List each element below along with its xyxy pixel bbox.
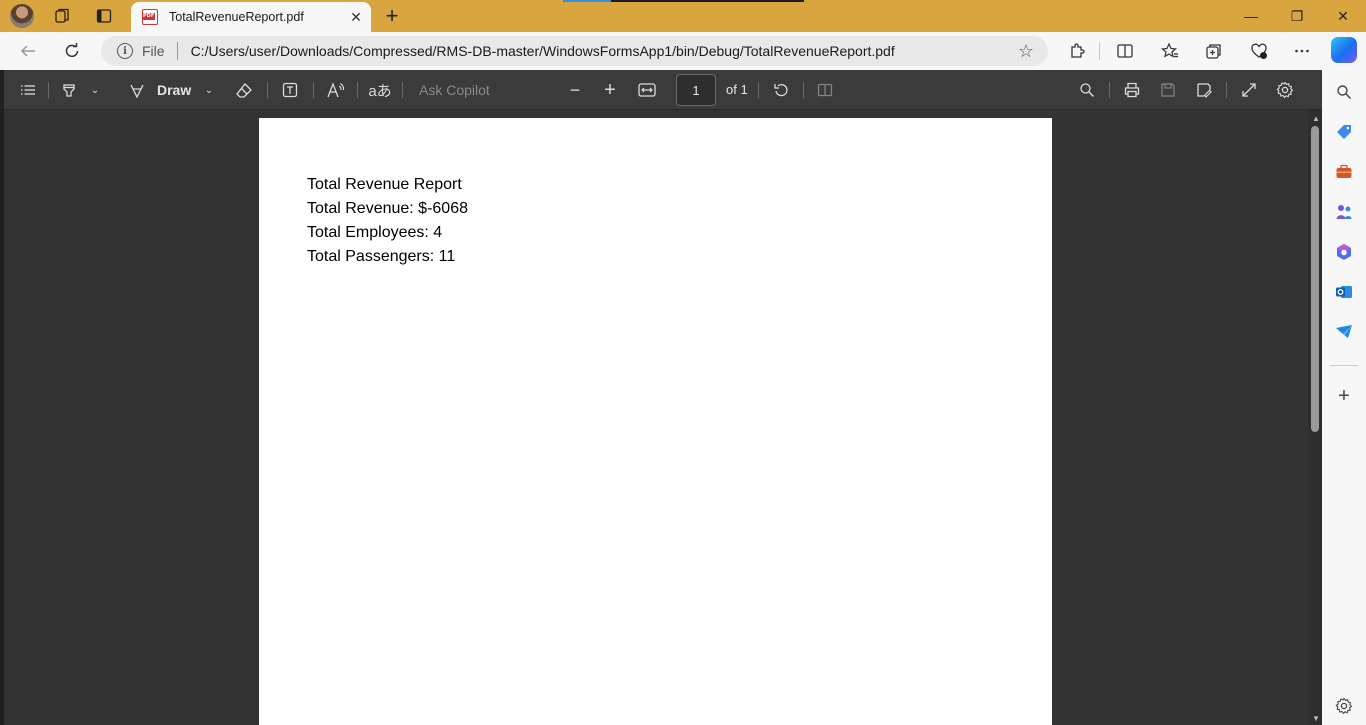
- address-bar[interactable]: i File C:/Users/user/Downloads/Compresse…: [101, 36, 1048, 66]
- add-text-icon[interactable]: [279, 78, 301, 102]
- toolbar-divider: [48, 82, 49, 98]
- zoom-out-icon[interactable]: −: [564, 78, 586, 102]
- tab-title: TotalRevenueReport.pdf: [169, 10, 304, 24]
- toolbar-divider: [1109, 82, 1110, 98]
- page-number-input[interactable]: 1: [676, 74, 716, 106]
- toolbar-divider: [1099, 42, 1100, 60]
- games-icon[interactable]: [1333, 201, 1355, 223]
- new-tab-button[interactable]: +: [380, 4, 404, 28]
- page-view-icon[interactable]: [814, 78, 836, 102]
- workspaces-icon[interactable]: [50, 4, 74, 28]
- fit-width-icon[interactable]: [636, 78, 658, 102]
- copilot-icon[interactable]: [1331, 37, 1357, 63]
- pdf-viewer[interactable]: Total Revenue Report Total Revenue: $-60…: [4, 110, 1322, 725]
- draw-label[interactable]: Draw: [157, 82, 191, 98]
- add-icon[interactable]: +: [1333, 385, 1355, 407]
- shopping-icon[interactable]: [1333, 121, 1355, 143]
- ask-copilot-button[interactable]: Ask Copilot: [419, 82, 490, 98]
- toolbar-divider: [313, 82, 314, 98]
- more-icon[interactable]: [1288, 37, 1316, 65]
- report-title: Total Revenue Report: [307, 176, 462, 193]
- back-icon[interactable]: [14, 37, 42, 65]
- search-icon[interactable]: [1076, 78, 1098, 102]
- read-aloud-icon[interactable]: [324, 78, 348, 102]
- active-tab[interactable]: TotalRevenueReport.pdf ✕: [131, 2, 371, 32]
- pdf-page: Total Revenue Report Total Revenue: $-60…: [259, 118, 1052, 725]
- restore-button[interactable]: ❐: [1274, 0, 1320, 32]
- favorites-icon[interactable]: [1156, 37, 1184, 65]
- minimize-button[interactable]: —: [1228, 0, 1274, 32]
- page-total: of 1: [726, 82, 748, 97]
- translate-icon[interactable]: aあ: [367, 78, 393, 102]
- pdf-toolbar: ⌄ Draw ⌄ aあ Ask Copilot − + 1 of 1: [4, 70, 1322, 110]
- save-icon[interactable]: [1157, 78, 1179, 102]
- total-employees-line: Total Employees: 4: [307, 224, 443, 241]
- scrollbar-thumb[interactable]: [1311, 126, 1319, 432]
- tab-close-button[interactable]: ✕: [345, 6, 367, 28]
- refresh-icon[interactable]: [58, 37, 86, 65]
- pdf-file-icon: [142, 9, 158, 25]
- total-passengers-line: Total Passengers: 11: [307, 248, 456, 265]
- print-icon[interactable]: [1121, 78, 1143, 102]
- scheme-label: File: [142, 43, 165, 59]
- edge-sidebar: +: [1322, 70, 1366, 725]
- title-bar: TotalRevenueReport.pdf ✕ + — ❐ ✕: [0, 0, 1366, 32]
- toolbar-divider: [1226, 82, 1227, 98]
- url-text[interactable]: C:/Users/user/Downloads/Compressed/RMS-D…: [191, 43, 1018, 59]
- toolbar-divider: [758, 82, 759, 98]
- highlight-icon[interactable]: [58, 78, 80, 102]
- extensions-icon[interactable]: [1063, 37, 1091, 65]
- save-as-icon[interactable]: [1193, 78, 1215, 102]
- toolbar-divider: [357, 82, 358, 98]
- sidebar-divider: [1330, 365, 1358, 366]
- tools-icon[interactable]: [1333, 161, 1355, 183]
- collections-icon[interactable]: [1200, 37, 1228, 65]
- profile-avatar[interactable]: [10, 4, 34, 28]
- favorite-star-icon[interactable]: ☆: [1018, 41, 1034, 62]
- address-divider: [176, 42, 178, 60]
- scroll-up-icon[interactable]: ▲: [1312, 114, 1320, 123]
- toolbar-divider: [803, 82, 804, 98]
- close-window-button[interactable]: ✕: [1320, 0, 1366, 32]
- site-info-icon[interactable]: i: [117, 43, 133, 59]
- toolbar-divider: [402, 82, 403, 98]
- tab-actions-icon[interactable]: [92, 4, 116, 28]
- erase-icon[interactable]: [233, 78, 255, 102]
- zoom-in-icon[interactable]: +: [599, 78, 621, 102]
- microsoft365-icon[interactable]: [1333, 241, 1355, 263]
- fullscreen-icon[interactable]: [1238, 78, 1260, 102]
- tab-strip-indicator: [563, 0, 804, 2]
- search-icon[interactable]: [1333, 81, 1355, 103]
- toolbar-divider: [267, 82, 268, 98]
- draw-icon[interactable]: [126, 78, 148, 102]
- drop-icon[interactable]: [1333, 321, 1355, 343]
- total-revenue-line: Total Revenue: $-6068: [307, 200, 468, 217]
- navigation-bar: i File C:/Users/user/Downloads/Compresse…: [0, 32, 1366, 70]
- outlook-icon[interactable]: [1333, 281, 1355, 303]
- browser-essentials-icon[interactable]: [1245, 37, 1273, 65]
- settings-icon[interactable]: [1333, 695, 1355, 717]
- highlight-dropdown-icon[interactable]: ⌄: [87, 78, 103, 102]
- draw-dropdown-icon[interactable]: ⌄: [201, 78, 217, 102]
- rotate-icon[interactable]: [770, 78, 792, 102]
- scroll-down-icon[interactable]: ▼: [1312, 714, 1320, 723]
- split-screen-icon[interactable]: [1111, 37, 1139, 65]
- settings-icon[interactable]: [1274, 78, 1296, 102]
- vertical-scrollbar[interactable]: ▲ ▼: [1308, 110, 1322, 725]
- contents-icon[interactable]: [16, 78, 40, 102]
